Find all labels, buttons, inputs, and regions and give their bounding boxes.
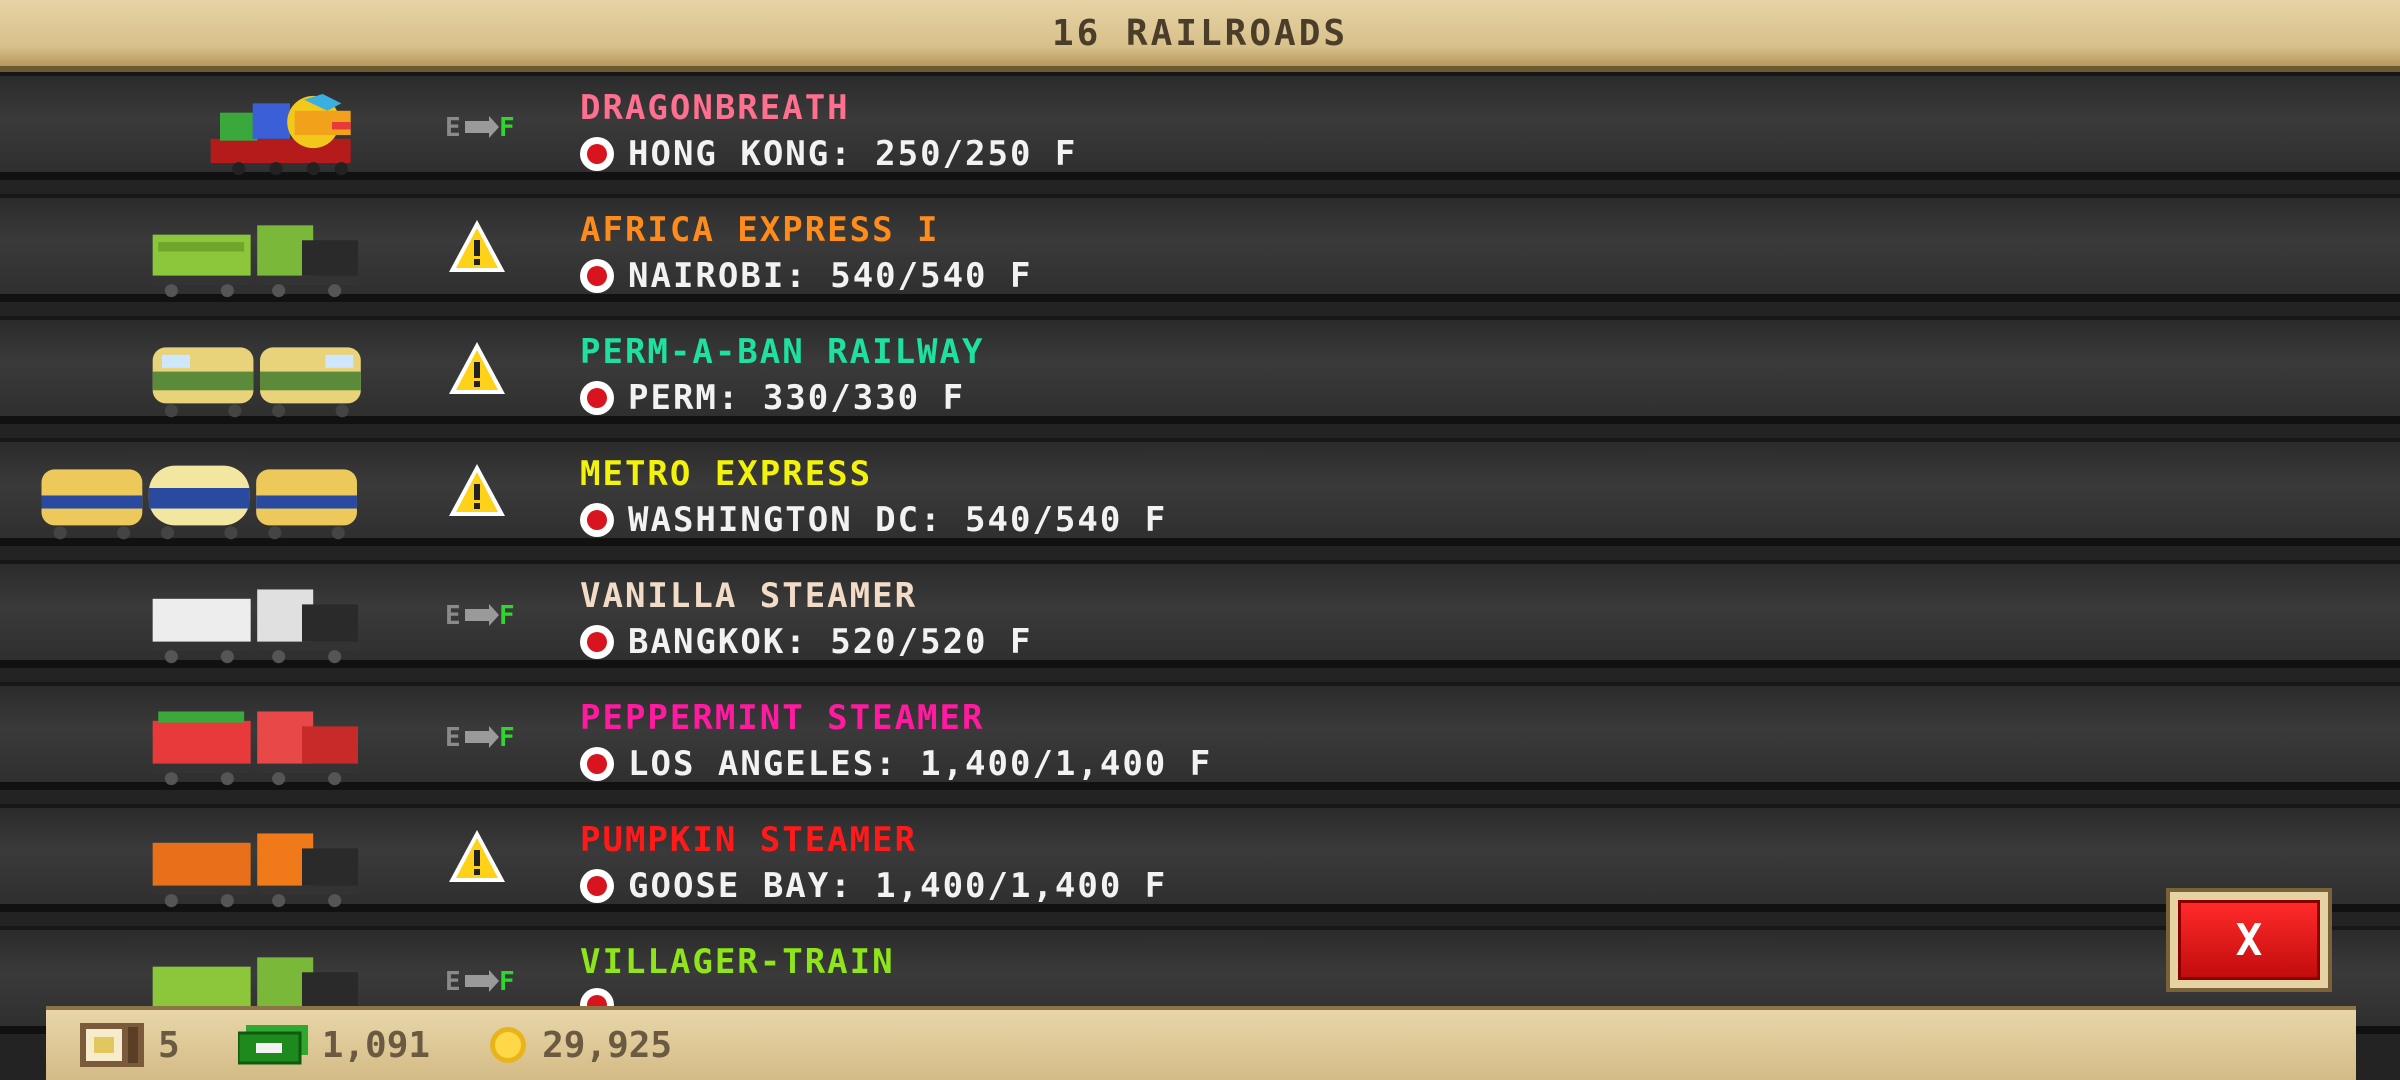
train-name: PEPPERMINT STEAMER	[580, 698, 985, 738]
fuel-full-label: F	[499, 601, 515, 630]
destination-marker-icon	[580, 503, 614, 537]
train-destination: GOOSE BAY: 1,400/1,400 F	[580, 866, 1167, 906]
warning-icon[interactable]	[447, 828, 507, 884]
destination-text: GOOSE BAY: 1,400/1,400 F	[628, 866, 1168, 906]
close-button[interactable]: X	[2166, 888, 2332, 992]
fuel-full-label: F	[499, 113, 515, 142]
fuel-full-label: F	[499, 967, 515, 996]
destination-text: HONG KONG: 250/250 F	[628, 134, 1078, 174]
warning-icon[interactable]	[447, 218, 507, 274]
destination-text: NAIROBI: 540/540 F	[628, 256, 1033, 296]
fuel-empty-label: E	[445, 723, 461, 752]
train-destination: WASHINGTON DC: 540/540 F	[580, 500, 1167, 540]
railroads-header: 16 RAILROADS	[0, 0, 2400, 72]
crate-icon	[80, 1023, 144, 1067]
train-row-africa-express[interactable]: AFRICA EXPRESS I NAIROBI: 540/540 F	[0, 194, 2400, 302]
railroads-screen: 16 RAILROADS E F DRAGONBREATH HONG KONG:…	[0, 0, 2400, 1080]
fuel-gauge-icon: E F	[445, 723, 515, 752]
fuel-gauge-icon: E F	[445, 113, 515, 142]
items-count: 5	[158, 1024, 180, 1066]
fuel-gauge-icon: E F	[445, 967, 515, 996]
fuel-empty-label: E	[445, 967, 461, 996]
warning-icon[interactable]	[447, 462, 507, 518]
resource-bar: 5 1,091 29,925	[46, 1006, 2356, 1080]
destination-marker-icon	[580, 625, 614, 659]
destination-marker-icon	[580, 259, 614, 293]
train-name: VILLAGER-TRAIN	[580, 942, 895, 982]
destination-marker-icon	[580, 869, 614, 903]
destination-marker-icon	[580, 137, 614, 171]
train-destination: PERM: 330/330 F	[580, 378, 965, 418]
white-steam-train-icon	[152, 589, 360, 664]
close-button-label[interactable]: X	[2178, 900, 2320, 980]
train-destination: LOS ANGELES: 1,400/1,400 F	[580, 744, 1212, 784]
coins-amount: 29,925	[542, 1024, 673, 1066]
cash-amount: 1,091	[321, 1024, 431, 1066]
train-row-peppermint-steamer[interactable]: E F PEPPERMINT STEAMER LOS ANGELES: 1,40…	[0, 682, 2400, 790]
destination-text: LOS ANGELES: 1,400/1,400 F	[628, 744, 1213, 784]
orange-steam-train-icon	[152, 833, 360, 908]
train-destination: NAIROBI: 540/540 F	[580, 256, 1032, 296]
diesel-train-icon	[152, 347, 361, 418]
fuel-gauge-icon: E F	[445, 601, 515, 630]
train-row-dragonbreath[interactable]: E F DRAGONBREATH HONG KONG: 250/250 F	[0, 72, 2400, 180]
green-steam-train-icon	[152, 225, 360, 298]
train-name: METRO EXPRESS	[580, 454, 873, 494]
metro-train-icon	[41, 465, 357, 540]
train-name: AFRICA EXPRESS I	[580, 210, 940, 250]
train-row-metro-express[interactable]: METRO EXPRESS WASHINGTON DC: 540/540 F	[0, 438, 2400, 546]
destination-marker-icon	[580, 381, 614, 415]
items-stat: 5	[80, 1023, 180, 1067]
train-name: PERM-A-BAN RAILWAY	[580, 332, 985, 372]
coins-stat: 29,925	[488, 1025, 672, 1066]
destination-marker-icon	[580, 747, 614, 781]
destination-text: WASHINGTON DC: 540/540 F	[628, 500, 1168, 540]
red-steam-train-icon	[152, 711, 360, 786]
train-name: DRAGONBREATH	[580, 88, 850, 128]
destination-text: BANGKOK: 520/520 F	[628, 622, 1033, 662]
train-name: VANILLA STEAMER	[580, 576, 918, 616]
train-row-vanilla-steamer[interactable]: E F VANILLA STEAMER BANGKOK: 520/520 F	[0, 560, 2400, 668]
train-row-pumpkin-steamer[interactable]: PUMPKIN STEAMER GOOSE BAY: 1,400/1,400 F	[0, 804, 2400, 912]
train-destination: HONG KONG: 250/250 F	[580, 134, 1077, 174]
fuel-empty-label: E	[445, 601, 461, 630]
page-title: 16 RAILROADS	[1051, 12, 1349, 54]
train-row-perm-a-ban[interactable]: PERM-A-BAN RAILWAY PERM: 330/330 F	[0, 316, 2400, 424]
warning-icon[interactable]	[447, 340, 507, 396]
train-name: PUMPKIN STEAMER	[580, 820, 918, 860]
train-list[interactable]: E F DRAGONBREATH HONG KONG: 250/250 F AF…	[0, 72, 2400, 1080]
coin-icon	[490, 1027, 527, 1063]
dragon-train-icon	[210, 94, 351, 176]
destination-text: PERM: 330/330 F	[628, 378, 966, 418]
fuel-empty-label: E	[445, 113, 461, 142]
train-destination: BANGKOK: 520/520 F	[580, 622, 1032, 662]
fuel-full-label: F	[499, 723, 515, 752]
cash-icon	[237, 1025, 308, 1065]
cash-stat: 1,091	[237, 1024, 431, 1066]
